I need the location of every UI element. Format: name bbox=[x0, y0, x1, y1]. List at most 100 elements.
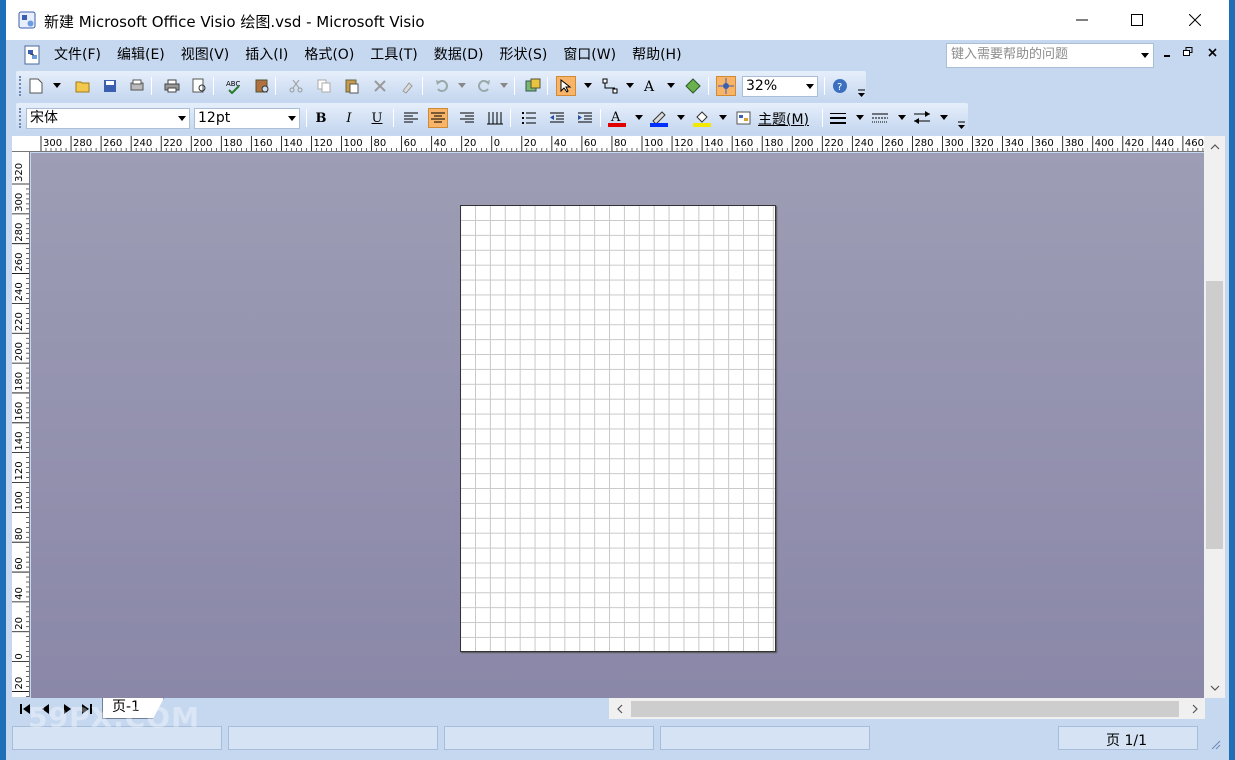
help-button[interactable]: ? bbox=[830, 76, 850, 96]
doc-close-button[interactable] bbox=[1203, 46, 1221, 60]
undo-button[interactable] bbox=[432, 76, 452, 96]
close-button[interactable] bbox=[1166, 0, 1224, 40]
text-direction-button[interactable] bbox=[485, 108, 505, 128]
font-color-dropdown[interactable] bbox=[635, 115, 643, 120]
text-tool-dropdown[interactable] bbox=[667, 83, 675, 88]
menu-format[interactable]: 格式(O) bbox=[296, 46, 362, 66]
menu-edit[interactable]: 编辑(E) bbox=[109, 46, 173, 66]
zoom-select[interactable]: 32% bbox=[742, 76, 818, 97]
vertical-scrollbar[interactable] bbox=[1204, 136, 1225, 698]
minimize-button[interactable] bbox=[1053, 0, 1111, 40]
vertical-ruler[interactable]: 3203002802602402202001801601401201008060… bbox=[12, 152, 30, 697]
scroll-right-button[interactable] bbox=[1186, 698, 1204, 719]
menu-data[interactable]: 数据(D) bbox=[426, 46, 492, 66]
paste-button[interactable] bbox=[342, 76, 362, 96]
vertical-scroll-thumb[interactable] bbox=[1206, 281, 1223, 549]
connector-tool-button[interactable] bbox=[600, 76, 620, 96]
line-color-button[interactable] bbox=[649, 108, 669, 128]
toolbar-options-icon[interactable] bbox=[856, 86, 867, 99]
scissors-icon bbox=[289, 79, 303, 93]
print-preview-button[interactable] bbox=[190, 76, 210, 96]
open-button[interactable] bbox=[73, 76, 93, 96]
pan-zoom-button[interactable] bbox=[716, 76, 736, 96]
line-weight-button[interactable] bbox=[828, 108, 848, 128]
toolbar-options-icon[interactable] bbox=[956, 118, 967, 131]
drawing-canvas[interactable] bbox=[31, 153, 1204, 698]
menu-tools[interactable]: 工具(T) bbox=[362, 46, 425, 66]
font-size-select[interactable]: 12pt bbox=[194, 108, 300, 129]
fill-color-dropdown[interactable] bbox=[719, 115, 727, 120]
scroll-down-button[interactable] bbox=[1204, 679, 1225, 696]
maximize-button[interactable] bbox=[1108, 0, 1166, 40]
bold-button[interactable]: B bbox=[311, 108, 331, 128]
shapes-button[interactable] bbox=[523, 76, 543, 96]
doc-restore-button[interactable] bbox=[1179, 46, 1197, 60]
increase-indent-button[interactable] bbox=[575, 108, 595, 128]
theme-button[interactable] bbox=[734, 108, 754, 128]
font-color-icon: A bbox=[608, 110, 626, 127]
doc-minimize-button[interactable] bbox=[1159, 46, 1177, 60]
line-pattern-button[interactable] bbox=[870, 108, 890, 128]
new-dropdown[interactable] bbox=[53, 83, 61, 88]
menu-file[interactable]: 文件(F) bbox=[46, 46, 109, 66]
menu-window[interactable]: 窗口(W) bbox=[555, 46, 624, 66]
decrease-indent-button[interactable] bbox=[547, 108, 567, 128]
bullets-button[interactable] bbox=[519, 108, 539, 128]
horizontal-scrollbar[interactable] bbox=[609, 698, 1205, 719]
italic-button[interactable]: I bbox=[339, 108, 359, 128]
align-left-button[interactable] bbox=[401, 108, 421, 128]
document-icon[interactable] bbox=[22, 44, 44, 66]
align-right-button[interactable] bbox=[457, 108, 477, 128]
theme-label[interactable]: 主题(M) bbox=[758, 109, 809, 129]
chevron-down-icon[interactable] bbox=[174, 109, 189, 128]
redo-icon bbox=[478, 80, 490, 92]
chevron-down-icon[interactable] bbox=[1137, 44, 1153, 67]
redo-dropdown[interactable] bbox=[500, 83, 508, 88]
chevron-down-icon[interactable] bbox=[802, 77, 817, 96]
ruler-tick-label: 300 bbox=[945, 138, 964, 149]
stamp-tool-button[interactable] bbox=[683, 76, 703, 96]
line-color-dropdown[interactable] bbox=[677, 115, 685, 120]
pointer-tool-dropdown[interactable] bbox=[584, 83, 592, 88]
pointer-tool-button[interactable] bbox=[556, 76, 576, 96]
redo-button[interactable] bbox=[474, 76, 494, 96]
fill-color-button[interactable] bbox=[692, 108, 712, 128]
visio-app-icon[interactable] bbox=[18, 11, 36, 29]
print-button[interactable] bbox=[162, 76, 182, 96]
line-ends-dropdown[interactable] bbox=[940, 115, 948, 120]
copy-button[interactable] bbox=[314, 76, 334, 96]
connector-dropdown[interactable] bbox=[626, 83, 634, 88]
toolbar-grip[interactable] bbox=[19, 76, 22, 96]
undo-dropdown[interactable] bbox=[458, 83, 466, 88]
permission-button[interactable] bbox=[127, 76, 147, 96]
horizontal-ruler[interactable]: 300 280 260 240 220 200 180 160 140 120 100 80 60 40 2… bbox=[22, 136, 1204, 152]
toolbar-grip[interactable] bbox=[19, 108, 22, 128]
align-center-button[interactable] bbox=[428, 108, 448, 128]
drawing-page[interactable] bbox=[460, 205, 776, 652]
delete-button[interactable] bbox=[370, 76, 390, 96]
resize-grip-icon[interactable] bbox=[1211, 740, 1221, 750]
research-button[interactable] bbox=[252, 76, 272, 96]
font-color-button[interactable]: A bbox=[607, 108, 627, 128]
help-search-input[interactable]: 键入需要帮助的问题 bbox=[946, 43, 1154, 68]
menu-view[interactable]: 视图(V) bbox=[173, 46, 238, 66]
spelling-button[interactable]: ABC bbox=[224, 76, 244, 96]
menu-help[interactable]: 帮助(H) bbox=[624, 46, 689, 66]
line-pattern-dropdown[interactable] bbox=[898, 115, 906, 120]
cut-button[interactable] bbox=[286, 76, 306, 96]
scroll-left-button[interactable] bbox=[611, 698, 629, 719]
font-select[interactable]: 宋体 bbox=[26, 108, 190, 129]
format-painter-button[interactable] bbox=[398, 76, 418, 96]
menu-insert[interactable]: 插入(I) bbox=[237, 46, 296, 66]
horizontal-scroll-thumb[interactable] bbox=[631, 701, 1179, 717]
scroll-up-button[interactable] bbox=[1204, 138, 1225, 155]
text-tool-button[interactable]: A bbox=[640, 76, 660, 96]
chevron-down-icon[interactable] bbox=[284, 109, 299, 128]
menu-shape[interactable]: 形状(S) bbox=[492, 46, 556, 66]
underline-button[interactable]: U bbox=[367, 108, 387, 128]
ruler-tick-label: 220 bbox=[14, 312, 25, 331]
save-button[interactable] bbox=[100, 76, 120, 96]
line-weight-dropdown[interactable] bbox=[856, 115, 864, 120]
line-ends-button[interactable] bbox=[912, 108, 932, 128]
new-button[interactable] bbox=[26, 76, 46, 96]
